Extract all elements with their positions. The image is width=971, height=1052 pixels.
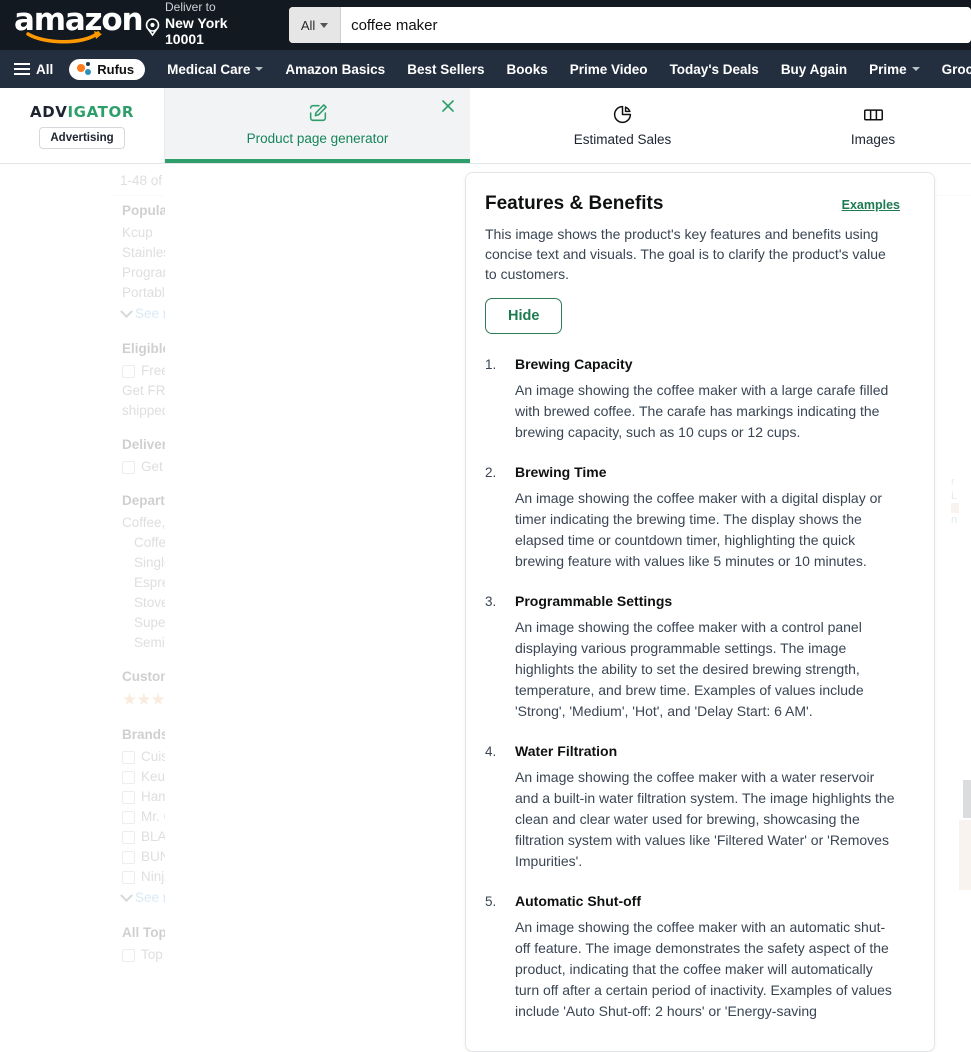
feature-number: 5. [485,894,497,909]
nav-item-todays-deals[interactable]: Today's Deals [670,62,759,77]
nav-label: Prime Video [569,61,648,77]
pencil-square-icon [307,102,329,127]
feature-item: 5. Automatic Shut-off An image showing t… [485,893,900,1022]
nav-item-prime[interactable]: Prime [869,62,920,77]
feature-description: An image showing the coffee maker with a… [515,382,889,440]
feature-description: An image showing the coffee maker with a… [515,769,895,869]
feature-item: 2. Brewing Time An image showing the cof… [485,464,900,572]
pie-chart-icon [612,104,633,128]
search-bar[interactable]: All [289,7,971,43]
deliver-to-location: New York 10001 [165,14,228,47]
nav-item-prime-video[interactable]: Prime Video [570,62,648,77]
search-category-dropdown[interactable]: All [289,7,342,43]
columns-icon [862,104,885,128]
feature-title: Water Filtration [515,743,618,759]
nav-item-rufus[interactable]: Rufus [69,58,146,80]
nav-item-buy-again[interactable]: Buy Again [781,62,847,77]
nav-item-amazon-basics[interactable]: Amazon Basics [285,62,385,77]
examples-link[interactable]: Examples [842,198,900,212]
tab-label: Estimated Sales [573,132,672,147]
feature-item: 1. Brewing Capacity An image showing the… [485,356,900,443]
search-input[interactable] [341,7,971,43]
tab-label: Product page generator [246,130,389,146]
advigator-brand: ADVIGATOR Advertising [0,88,165,163]
search-category-label: All [300,17,316,33]
nav-label: Grocery [941,61,971,77]
feature-title: Automatic Shut-off [515,893,641,909]
nav-label: Buy Again [780,61,848,77]
tab-label: Images [850,132,896,147]
amazon-nav-bar: All Rufus Medical Care Amazon Basics Bes… [0,50,971,88]
nav-label: Best Sellers [407,61,485,77]
nav-all-menu-button[interactable]: All [14,62,53,77]
nav-item-grocery[interactable]: Grocery [942,62,971,77]
amazon-logo[interactable]: amazon [14,5,144,46]
nav-item-medical-care[interactable]: Medical Care [167,61,264,77]
chevron-down-icon [320,22,329,28]
nav-item-best-sellers[interactable]: Best Sellers [407,62,484,77]
hamburger-menu-icon [14,63,30,75]
feature-item: 4. Water Filtration An image showing the… [485,743,900,872]
tab-images[interactable]: Images [775,88,971,163]
panel-description: This image shows the product's key featu… [485,226,886,282]
overlay-left-shade [165,165,465,1001]
feature-title: Programmable Settings [515,593,673,609]
feature-list: 1. Brewing Capacity An image showing the… [485,356,900,1022]
chevron-down-icon [911,67,920,71]
feature-title: Brewing Capacity [515,356,633,372]
amazon-top-bar: amazon Deliver to New York 10001 All [0,0,971,50]
advigator-toolbar: ADVIGATOR Advertising Product page gener… [0,88,971,164]
feature-number: 3. [485,594,497,609]
feature-description: An image showing the coffee maker with a… [515,490,883,569]
tab-estimated-sales[interactable]: Estimated Sales [470,88,775,163]
features-and-benefits-panel: Features & Benefits Examples This image … [465,172,935,1052]
hide-button[interactable]: Hide [485,298,563,334]
feature-number: 2. [485,465,497,480]
chevron-down-icon [255,67,264,71]
panel-title: Features & Benefits [485,193,664,214]
nav-label: Amazon Basics [285,61,386,77]
panel-header: Features & Benefits Examples [485,193,900,215]
close-icon[interactable] [440,98,456,114]
advertising-badge[interactable]: Advertising [39,126,125,149]
advigator-logo: ADVIGATOR [30,103,134,121]
nav-label: Prime [869,61,907,77]
feature-description: An image showing the coffee maker with a… [515,619,864,719]
nav-label: Books [506,61,548,77]
feature-number: 1. [485,357,497,372]
tab-product-page-generator[interactable]: Product page generator [165,88,470,163]
rufus-label: Rufus [97,61,135,77]
deliver-to-button[interactable]: Deliver to New York 10001 [144,0,267,49]
feature-description: An image showing the coffee maker with a… [515,919,892,1019]
nav-item-books[interactable]: Books [507,62,548,77]
advigator-logo-green: IGATOR [67,102,134,121]
deliver-to-label: Deliver to [165,0,216,14]
location-pin-icon [144,17,161,37]
nav-all-label: All [36,61,54,77]
nav-label: Medical Care [167,61,251,77]
amazon-smile-icon [26,30,104,46]
feature-item: 3. Programmable Settings An image showin… [485,593,900,722]
feature-title: Brewing Time [515,464,607,480]
rufus-icon [77,62,92,76]
advigator-logo-dark: ADV [30,102,68,121]
feature-number: 4. [485,744,497,759]
nav-label: Today's Deals [669,61,759,77]
